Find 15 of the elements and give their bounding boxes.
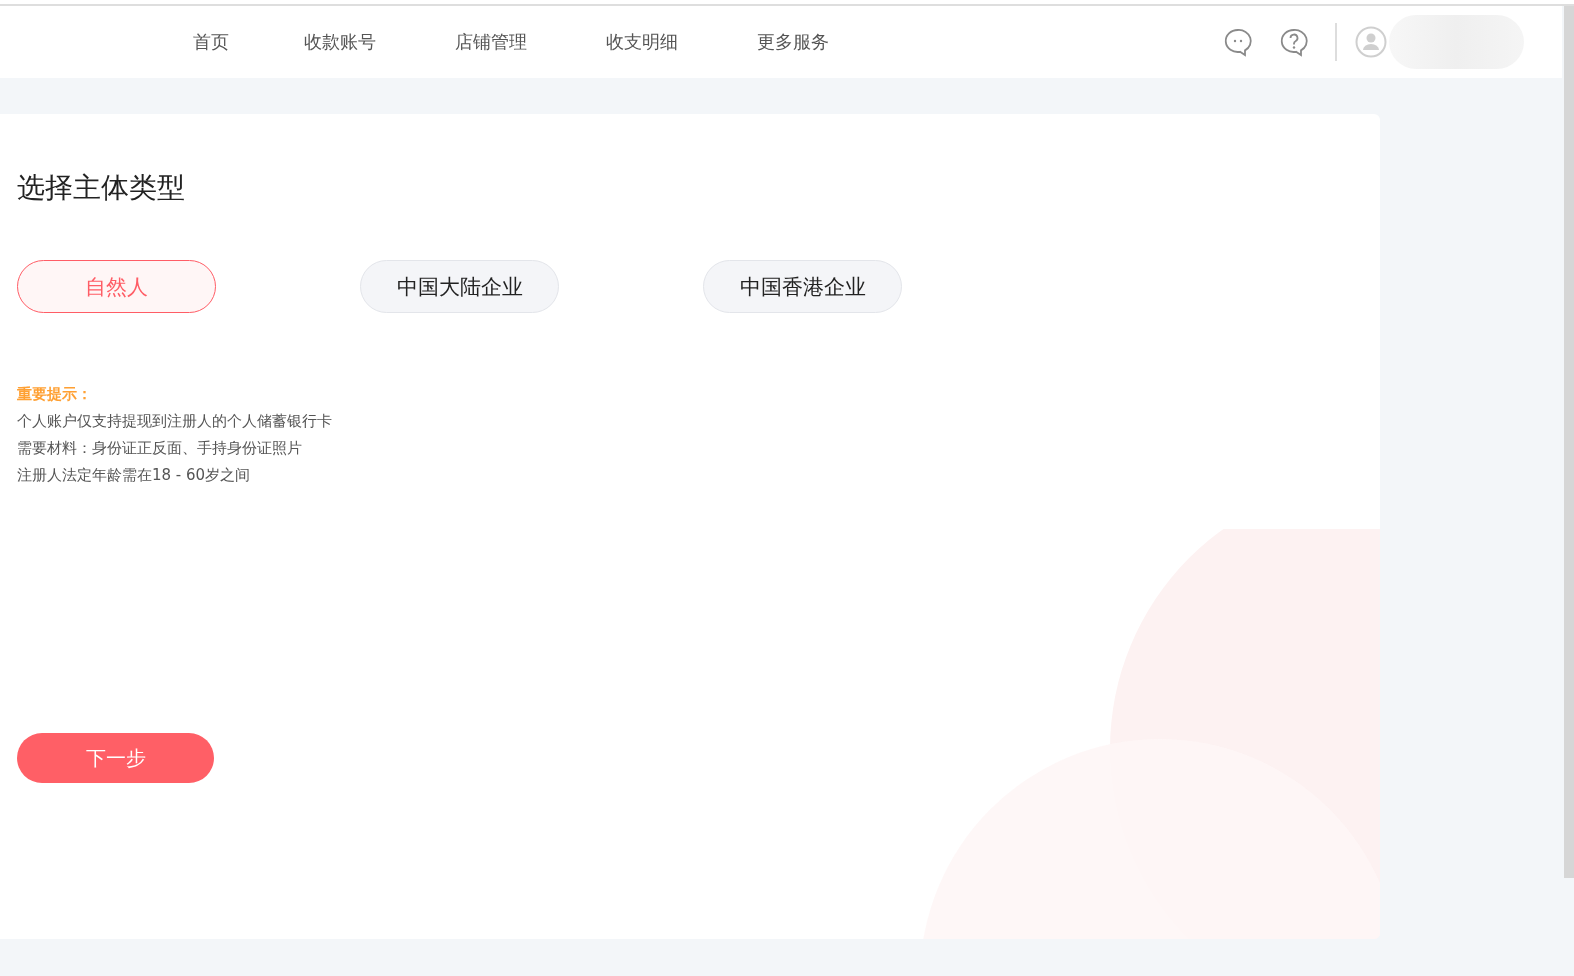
nav-link[interactable]: 收款账号 bbox=[304, 30, 376, 54]
nav-link[interactable]: 更多服务 bbox=[757, 30, 829, 54]
chat-icon[interactable] bbox=[1223, 27, 1253, 57]
nav-link[interactable]: 店铺管理 bbox=[455, 30, 527, 54]
notice-text: 个人账户仅支持提现到注册人的个人储蓄银行卡 bbox=[17, 411, 333, 432]
help-icon[interactable] bbox=[1279, 27, 1309, 57]
nav-link[interactable]: 首页 bbox=[193, 30, 229, 54]
notice-title: 重要提示： bbox=[17, 384, 93, 405]
entity-type-option[interactable]: 中国香港企业 bbox=[703, 260, 902, 313]
nav-link[interactable]: 收支明细 bbox=[606, 30, 678, 54]
page-title: 选择主体类型 bbox=[17, 170, 186, 206]
scrollbar[interactable] bbox=[1564, 6, 1574, 878]
entity-type-option[interactable]: 中国大陆企业 bbox=[360, 260, 559, 313]
notice-text: 需要材料：身份证正反面、手持身份证照片 bbox=[17, 438, 303, 459]
notice-text: 注册人法定年龄需在18 - 60岁之间 bbox=[17, 465, 252, 486]
